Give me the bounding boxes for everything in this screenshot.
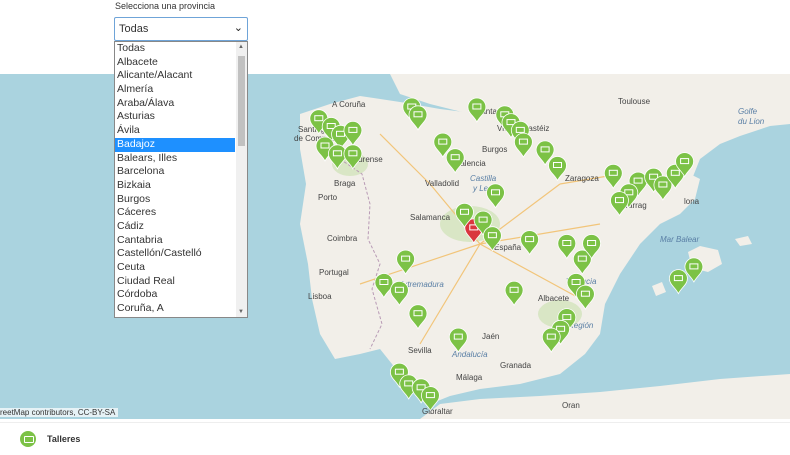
map-label: Oran: [562, 401, 580, 410]
dropdown-scrollbar[interactable]: ▲ ▼: [236, 42, 247, 317]
province-option[interactable]: Castellón/Castelló: [115, 247, 235, 261]
map-label: Valladolid: [425, 179, 459, 188]
map-label: España: [494, 243, 522, 252]
province-option[interactable]: Barcelona: [115, 165, 235, 179]
map-label: lona: [684, 197, 700, 206]
map-label: du Lion: [738, 117, 765, 126]
province-option[interactable]: Ceuta: [115, 261, 235, 275]
map-label: Málaga: [456, 373, 483, 382]
province-option[interactable]: Alicante/Alacant: [115, 69, 235, 83]
map-label: Lisboa: [308, 292, 332, 301]
province-option[interactable]: Almería: [115, 83, 235, 97]
scrollbar-thumb[interactable]: [238, 56, 245, 146]
map-label: Coimbra: [327, 234, 358, 243]
chevron-down-icon[interactable]: ⌄: [234, 21, 243, 34]
map-label: Gibraltar: [422, 407, 453, 416]
scroll-down-icon[interactable]: ▼: [238, 309, 244, 315]
province-option[interactable]: Córdoba: [115, 288, 235, 302]
map-label: Braga: [334, 179, 356, 188]
legend-label: Talleres: [47, 434, 81, 444]
province-option[interactable]: Ávila: [115, 124, 235, 138]
map-label: Burgos: [482, 145, 507, 154]
province-select-label: Selecciona una provincia: [115, 1, 216, 11]
province-option[interactable]: Coruña, A: [115, 302, 235, 316]
province-option[interactable]: Balears, Illes: [115, 152, 235, 166]
map-legend: Talleres: [0, 422, 790, 455]
workshop-marker[interactable]: [668, 269, 688, 295]
map-label: Mar Balear: [660, 235, 699, 244]
province-option[interactable]: Burgos: [115, 193, 235, 207]
map-label: Zaragoza: [565, 174, 599, 183]
province-option[interactable]: Cantabria: [115, 234, 235, 248]
province-option[interactable]: Cáceres: [115, 206, 235, 220]
map-label: Granada: [500, 361, 532, 370]
map-label: Golfe: [738, 107, 758, 116]
province-option[interactable]: Bizkaia: [115, 179, 235, 193]
map-label: Toulouse: [618, 97, 651, 106]
province-option[interactable]: Badajoz: [115, 137, 235, 152]
province-select[interactable]: Todas ⌄: [114, 17, 248, 41]
map-label: A Coruña: [332, 100, 366, 109]
province-select-value: Todas: [119, 23, 149, 35]
scroll-up-icon[interactable]: ▲: [238, 44, 244, 50]
car-icon: [20, 431, 36, 447]
province-option[interactable]: Todas: [115, 42, 235, 56]
map-label: Andalucía: [451, 350, 488, 359]
province-dropdown[interactable]: Todas Albacete Alicante/Alacant Almería Arab…: [114, 41, 248, 318]
land-ibiza: [652, 282, 666, 296]
province-options: Todas Albacete Alicante/Alacant Almería Arab…: [115, 42, 247, 316]
province-option[interactable]: Albacete: [115, 56, 235, 70]
province-option[interactable]: Asturias: [115, 110, 235, 124]
map-label: Sevilla: [408, 346, 432, 355]
land-menorca: [735, 236, 752, 246]
province-option[interactable]: Araba/Álava: [115, 97, 235, 111]
province-option[interactable]: Ciudad Real: [115, 275, 235, 289]
map-label: Portugal: [319, 268, 349, 277]
map-label: Jaén: [482, 332, 499, 341]
map-label: Porto: [318, 193, 338, 202]
map-attribution[interactable]: reetMap contributors, CC-BY-SA: [0, 408, 119, 417]
map-label: Albacete: [538, 294, 570, 303]
province-option[interactable]: Cádiz: [115, 220, 235, 234]
map-label: Castilla: [470, 174, 497, 183]
map-label: Salamanca: [410, 213, 451, 222]
